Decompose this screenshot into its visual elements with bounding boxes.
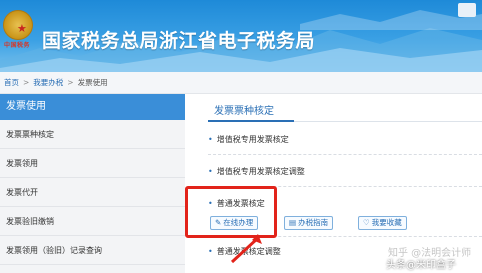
red-arrow-icon <box>230 234 262 264</box>
watermark-source: 头条@米印盒子 <box>386 260 456 271</box>
